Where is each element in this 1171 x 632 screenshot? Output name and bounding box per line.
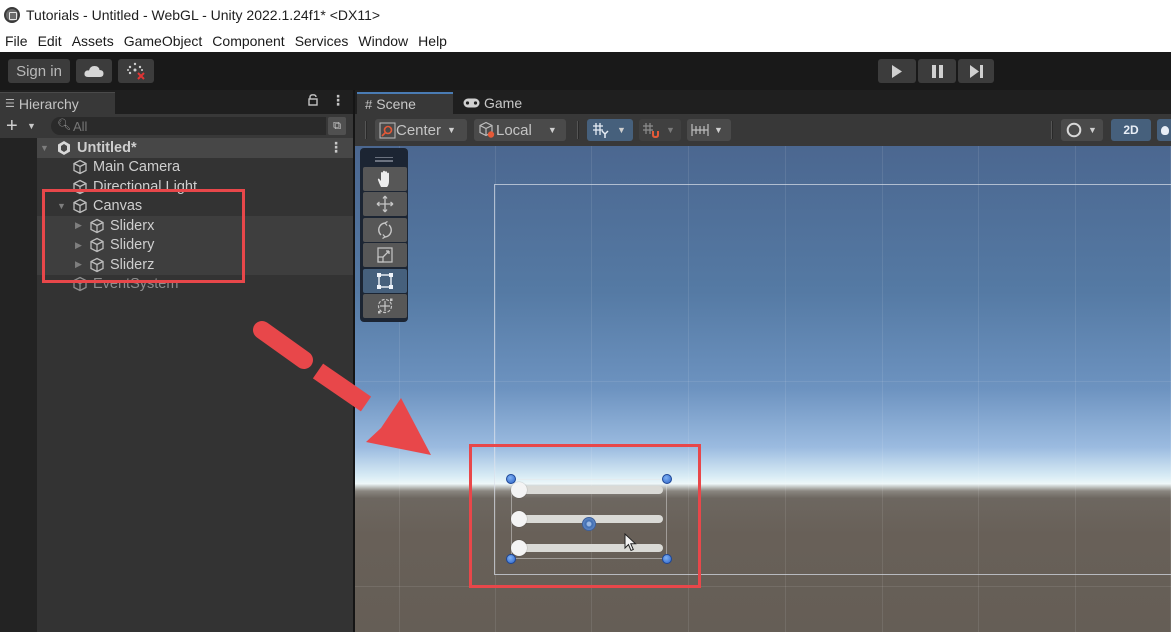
annotation-arrow-dashes	[253, 321, 372, 412]
annotation-arrow	[253, 321, 431, 455]
annotation-arrow-head	[366, 398, 431, 455]
